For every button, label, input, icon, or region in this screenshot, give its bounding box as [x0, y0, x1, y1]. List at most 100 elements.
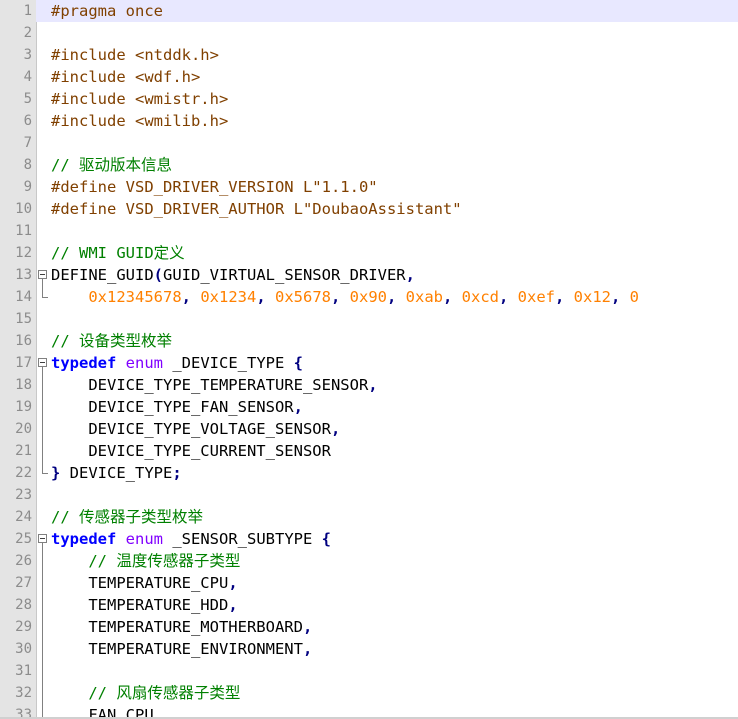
code-line[interactable]: 22} DEVICE_TYPE; [0, 462, 738, 484]
fold-guide [37, 594, 50, 616]
code-line[interactable]: 24 // 传感器子类型枚举 [0, 506, 738, 528]
line-number: 9 [0, 176, 36, 198]
code-line[interactable]: 20 DEVICE_TYPE_VOLTAGE_SENSOR, [0, 418, 738, 440]
code-text[interactable]: // 驱动版本信息 [51, 154, 172, 176]
code-line[interactable]: 28 TEMPERATURE_HDD, [0, 594, 738, 616]
code-line[interactable]: 27 TEMPERATURE_CPU, [0, 572, 738, 594]
line-number-label: 2 [23, 25, 32, 41]
fold-toggle-icon[interactable] [37, 264, 50, 286]
line-number: 21 [0, 440, 36, 462]
code-line[interactable]: 32 // 风扇传感器子类型 [0, 682, 738, 704]
line-number-label: 28 [15, 597, 32, 613]
code-line[interactable]: 31 [0, 660, 738, 682]
line-number: 5 [0, 88, 36, 110]
fold-line [42, 374, 43, 396]
identifier-token: TEMPERATURE_ENVIRONMENT [51, 640, 303, 658]
line-number: 19 [0, 396, 36, 418]
preprocessor-token: #include <wmistr.h> [51, 90, 229, 108]
code-line[interactable]: 11 [0, 220, 738, 242]
fold-minus-icon[interactable] [38, 534, 47, 543]
code-text[interactable]: #define VSD_DRIVER_AUTHOR L"DoubaoAssist… [51, 198, 462, 220]
code-text[interactable]: DEVICE_TYPE_VOLTAGE_SENSOR, [51, 418, 340, 440]
code-text[interactable]: // WMI GUID定义 [51, 242, 185, 264]
code-text[interactable]: TEMPERATURE_ENVIRONMENT, [51, 638, 312, 660]
code-text[interactable]: } DEVICE_TYPE; [51, 462, 182, 484]
code-text[interactable]: TEMPERATURE_MOTHERBOARD, [51, 616, 312, 638]
line-number-label: 20 [15, 421, 32, 437]
code-line[interactable]: 26 // 温度传感器子类型 [0, 550, 738, 572]
code-line[interactable]: 14 0x12345678, 0x1234, 0x5678, 0x90, 0xa… [0, 286, 738, 308]
code-text[interactable]: 0x12345678, 0x1234, 0x5678, 0x90, 0xab, … [51, 286, 639, 308]
operator-token: { [293, 354, 303, 372]
operator-token: , [181, 288, 201, 306]
code-text[interactable]: #include <wdf.h> [51, 66, 200, 88]
code-text[interactable]: // 传感器子类型枚举 [51, 506, 203, 528]
code-line[interactable]: 30 TEMPERATURE_ENVIRONMENT, [0, 638, 738, 660]
fold-toggle-icon[interactable] [37, 528, 50, 550]
code-line[interactable]: 13 DEFINE_GUID(GUID_VIRTUAL_SENSOR_DRIVER… [0, 264, 738, 286]
code-text[interactable]: DEVICE_TYPE_TEMPERATURE_SENSOR, [51, 374, 377, 396]
code-lines[interactable]: 1 #pragma once 2 3 #include <ntddk.h> 4 #inclu… [0, 0, 738, 719]
preprocessor-token: #include <ntddk.h> [51, 46, 219, 64]
line-number: 20 [0, 418, 36, 440]
code-text[interactable]: #define VSD_DRIVER_VERSION L"1.1.0" [51, 176, 378, 198]
code-line[interactable]: 9 #define VSD_DRIVER_VERSION L"1.1.0" [0, 176, 738, 198]
code-line[interactable]: 18 DEVICE_TYPE_TEMPERATURE_SENSOR, [0, 374, 738, 396]
fold-minus-icon[interactable] [38, 270, 47, 279]
code-text[interactable]: TEMPERATURE_HDD, [51, 594, 237, 616]
operator-token: , [293, 398, 303, 416]
fold-end-mark [42, 473, 48, 474]
operator-token: , [302, 640, 313, 658]
line-number-label: 25 [15, 531, 32, 547]
code-line[interactable]: 10 #define VSD_DRIVER_AUTHOR L"DoubaoAssi… [0, 198, 738, 220]
line-number: 11 [0, 220, 36, 242]
code-text[interactable]: #include <ntddk.h> [51, 44, 219, 66]
code-line[interactable]: 5 #include <wmistr.h> [0, 88, 738, 110]
fold-line [42, 418, 43, 440]
line-number-label: 12 [15, 245, 32, 261]
fold-guide [37, 572, 50, 594]
code-text[interactable]: DEFINE_GUID(GUID_VIRTUAL_SENSOR_DRIVER, [51, 264, 415, 286]
line-number-label: 13 [15, 267, 32, 283]
code-text[interactable]: #include <wmilib.h> [51, 110, 228, 132]
code-line[interactable]: 3 #include <ntddk.h> [0, 44, 738, 66]
code-line[interactable]: 7 [0, 132, 738, 154]
code-text[interactable]: TEMPERATURE_CPU, [51, 572, 237, 594]
code-line[interactable]: 23 [0, 484, 738, 506]
code-line[interactable]: 15 [0, 308, 738, 330]
code-line[interactable]: 21 DEVICE_TYPE_CURRENT_SENSOR [0, 440, 738, 462]
code-text[interactable]: #include <wmistr.h> [51, 88, 228, 110]
number-token: 0xcd [461, 288, 499, 306]
code-text[interactable]: DEVICE_TYPE_CURRENT_SENSOR [51, 440, 331, 462]
code-text[interactable]: // 风扇传感器子类型 [51, 682, 240, 704]
code-text[interactable]: DEVICE_TYPE_FAN_SENSOR, [51, 396, 303, 418]
line-number-label: 8 [23, 157, 32, 173]
line-number-label: 6 [23, 113, 32, 129]
comment-token: // WMI GUID定义 [51, 244, 185, 262]
fold-line [42, 594, 43, 616]
code-line[interactable]: 4 #include <wdf.h> [0, 66, 738, 88]
code-text[interactable]: // 设备类型枚举 [51, 330, 172, 352]
number-token: 0xef [517, 288, 555, 306]
code-text[interactable]: // 温度传感器子类型 [51, 550, 240, 572]
code-text[interactable]: typedef enum _SENSOR_SUBTYPE { [51, 528, 331, 550]
code-line[interactable]: 29 TEMPERATURE_MOTHERBOARD, [0, 616, 738, 638]
code-editor[interactable]: 1 #pragma once 2 3 #include <ntddk.h> 4 #inclu… [0, 0, 738, 719]
code-line[interactable]: 12 // WMI GUID定义 [0, 242, 738, 264]
code-line[interactable]: 2 [0, 22, 738, 44]
code-line[interactable]: 17 typedef enum _DEVICE_TYPE { [0, 352, 738, 374]
code-line[interactable]: 8 // 驱动版本信息 [0, 154, 738, 176]
type-token: enum [125, 530, 163, 548]
line-number: 1 [0, 0, 36, 22]
code-line[interactable]: 1 #pragma once [0, 0, 738, 22]
code-text[interactable]: #pragma once [51, 0, 163, 22]
operator-token: , [302, 618, 313, 636]
code-text[interactable]: typedef enum _DEVICE_TYPE { [51, 352, 303, 374]
code-line[interactable]: 6 #include <wmilib.h> [0, 110, 738, 132]
fold-minus-icon[interactable] [38, 358, 47, 367]
code-line[interactable]: 25 typedef enum _SENSOR_SUBTYPE { [0, 528, 738, 550]
fold-toggle-icon[interactable] [37, 352, 50, 374]
code-line[interactable]: 19 DEVICE_TYPE_FAN_SENSOR, [0, 396, 738, 418]
identifier-token: DEVICE_TYPE [60, 464, 173, 482]
code-line[interactable]: 16 // 设备类型枚举 [0, 330, 738, 352]
